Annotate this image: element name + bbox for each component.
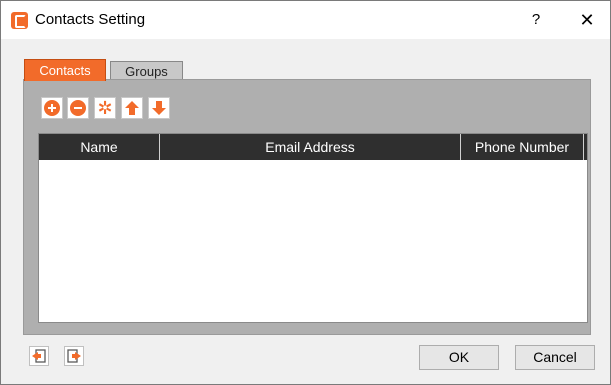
edit-contact-button[interactable]: ✲ xyxy=(94,97,116,119)
tab-contacts[interactable]: Contacts xyxy=(24,59,106,81)
move-up-button[interactable] xyxy=(121,97,143,119)
add-contact-button[interactable] xyxy=(41,97,63,119)
remove-icon xyxy=(70,100,86,116)
add-icon xyxy=(44,100,60,116)
column-header-phone[interactable]: Phone Number xyxy=(461,134,584,160)
contacts-table[interactable]: Name Email Address Phone Number xyxy=(38,133,588,323)
export-icon xyxy=(67,349,81,363)
title-bar: Contacts Setting ? ✕ xyxy=(1,1,610,39)
help-button[interactable]: ? xyxy=(521,7,551,33)
table-header: Name Email Address Phone Number xyxy=(39,134,587,160)
column-header-email[interactable]: Email Address xyxy=(160,134,461,160)
column-header-name[interactable]: Name xyxy=(39,134,160,160)
move-up-icon xyxy=(125,101,139,115)
ok-button[interactable]: OK xyxy=(419,345,499,370)
contacts-app-icon xyxy=(11,12,28,29)
move-down-icon xyxy=(152,101,166,115)
export-button[interactable] xyxy=(64,346,84,366)
remove-contact-button[interactable] xyxy=(67,97,89,119)
window-title: Contacts Setting xyxy=(35,11,146,28)
contacts-setting-dialog: Contacts Setting ? ✕ Groups Contacts ✲ N… xyxy=(0,0,611,385)
cancel-button[interactable]: Cancel xyxy=(515,345,595,370)
import-button[interactable] xyxy=(29,346,49,366)
tab-groups[interactable]: Groups xyxy=(110,61,183,81)
settings-gear-icon: ✲ xyxy=(97,98,113,118)
move-down-button[interactable] xyxy=(148,97,170,119)
import-icon xyxy=(32,349,46,363)
close-button[interactable]: ✕ xyxy=(570,7,604,33)
